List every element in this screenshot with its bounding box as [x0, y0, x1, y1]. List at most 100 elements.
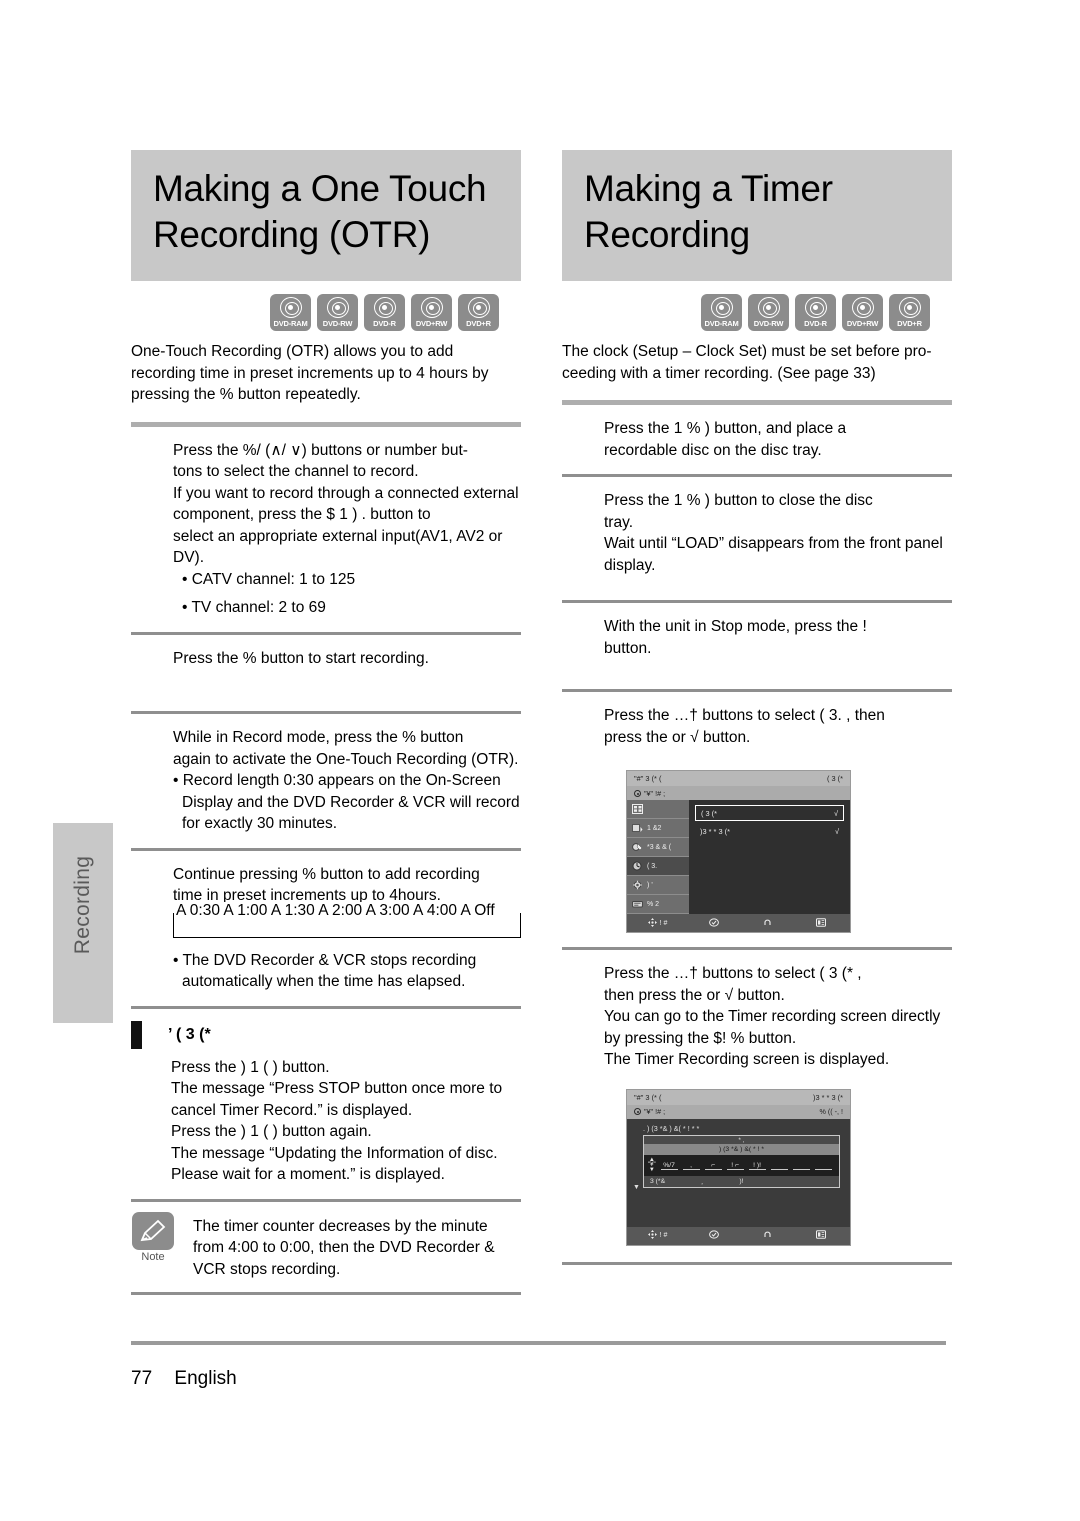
film-icon: [631, 804, 643, 815]
tv2-titlebar: "#" 3 (* ( )3 * * 3 (*: [627, 1089, 850, 1105]
page-number: 77: [131, 1368, 153, 1389]
tv2-cell[interactable]: ! ⌐: [726, 1161, 744, 1170]
tv2-cell[interactable]: [770, 1161, 788, 1170]
left-step-3: While in Record mode, press the % button…: [131, 714, 521, 848]
tv1-row-timer-list[interactable]: )3 * * 3 (* √: [695, 824, 844, 838]
left-step-2: Press the % button to start recording.: [131, 635, 521, 712]
step-line: button.: [604, 639, 652, 657]
edit-icon: [631, 842, 643, 853]
tv1-sidebar-label: ) ’: [647, 881, 653, 889]
step-bullet: • TV channel: 2 to 69: [182, 599, 326, 616]
tv2-table-row[interactable]: ▲ "¥" ▼ %/7 , ⌐ ! ⌐ ! )!: [648, 1157, 835, 1173]
tv2-foot-label: ! #: [659, 1232, 668, 1239]
dpad-icon: [647, 917, 657, 929]
step-line: Press the 1 % ) button to close the disc: [604, 492, 873, 509]
section-tab: Recording: [53, 823, 113, 1023]
disc-ring-icon: [467, 297, 490, 318]
step-line: With the unit in Stop mode, press the !: [604, 618, 867, 635]
step-line: Press the …† buttons to select ( 3 (* ,: [604, 965, 862, 982]
tv1-sidebar-item-timer[interactable]: ( 3.: [627, 857, 689, 876]
note-badge: Note: [131, 1211, 175, 1281]
tv2-cell[interactable]: ⌐: [704, 1161, 722, 1170]
tv2-title-left: "#" 3 (* (: [634, 1092, 662, 1102]
tv2-panel-top-label: * ,: [738, 1136, 745, 1144]
exit-icon: [816, 917, 827, 929]
disc-ring-icon: [898, 297, 921, 318]
tv1-foot-select[interactable]: [708, 917, 722, 929]
footer-divider: [131, 1341, 946, 1345]
tv2-foot-select[interactable]: [708, 1230, 722, 1241]
tv1-row-timer-recording[interactable]: ( 3 (* √: [695, 805, 844, 821]
tv2-panel-bottom: 3 (*& ¸ )!: [644, 1176, 839, 1187]
tv2-cell[interactable]: ! )!: [748, 1161, 766, 1170]
tv2-foot-move[interactable]: ! #: [647, 1230, 668, 1241]
tv1-sidebar-item-program[interactable]: [627, 800, 689, 819]
divider: [131, 1292, 521, 1295]
tv1-main-panel: ( 3 (* √ )3 * * 3 (* √: [689, 800, 850, 914]
tv1-foot-move[interactable]: ! #: [647, 917, 667, 929]
right-step-3: With the unit in Stop mode, press the ! …: [562, 603, 952, 689]
tv1-titlebar: "#" 3 (* ( ( 3 (*: [627, 771, 850, 786]
tv1-row-label: )3 * * 3 (*: [700, 826, 730, 836]
tv1-sidebar-label: 1 &2: [647, 824, 662, 832]
pencil-icon: [132, 1211, 174, 1250]
tv1-row-mark: √: [833, 808, 838, 818]
left-disc-icon-row: DVD-RAM DVD-RW DVD-R DVD+RW DVD+R: [131, 294, 521, 331]
page-footer: 77 English: [131, 1368, 237, 1390]
tv2-cell[interactable]: ,: [682, 1161, 700, 1170]
tv1-title-left: "#" 3 (* (: [634, 774, 662, 783]
updown-arrow-icon[interactable]: ▲ "¥" ▼: [648, 1157, 656, 1173]
disc-ring-icon: [757, 297, 780, 318]
stop-heading-text: ’ ( 3 (*: [168, 1025, 211, 1043]
right-step-1: Press the 1 % ) button, and place a reco…: [562, 405, 952, 474]
tv2-cell[interactable]: [792, 1161, 810, 1170]
step-line: Wait until “LOAD” disappears from the fr…: [604, 535, 943, 552]
disc-ring-icon: [851, 297, 874, 318]
stop-recording-heading: ’ ( 3 (*: [131, 1009, 521, 1049]
gear-icon: [631, 880, 643, 891]
tv1-footer: ! #: [627, 914, 850, 932]
right-step-5: Press the …† buttons to select ( 3 (* , …: [562, 950, 952, 1075]
tv1-sidebar-item-tools[interactable]: % 2: [627, 895, 689, 914]
right-title-banner: Making a Timer Recording: [562, 150, 952, 281]
step-line: DV).: [173, 549, 204, 566]
right-intro-text: The clock (Setup – Clock Set) must be se…: [562, 343, 932, 382]
step-bullet: • CATV channel: 1 to 125: [182, 570, 356, 588]
step-line: Press the %/ (∧/ ∨) buttons or number bu…: [173, 441, 468, 459]
disc-ring-icon: [279, 297, 302, 318]
tv2-subbar-left: "¥" !# ;: [634, 1107, 665, 1116]
step-line: You can go to the Timer recording screen…: [604, 1008, 941, 1025]
disc-icon-dvd-ram: DVD-RAM: [701, 294, 742, 331]
tv2-cell[interactable]: %/7: [660, 1161, 678, 1170]
disc-icon-dvd-rw: DVD-RW: [748, 294, 789, 331]
disc-ring-icon: [373, 297, 396, 318]
divider: [562, 1261, 952, 1265]
disc-ring-icon: [804, 297, 827, 318]
tv2-subbar: "¥" !# ; % (( -, !: [627, 1104, 850, 1119]
left-intro-text: One-Touch Recording (OTR) allows you to …: [131, 343, 489, 403]
disc-label: DVD-RW: [753, 319, 784, 328]
disc-icon-dvd-rw: DVD-RW: [317, 294, 358, 331]
tv1-sidebar-item-setup[interactable]: ) ’: [627, 876, 689, 895]
tv2-header-line: . ) (3 *& ) &( * ! * *: [643, 1123, 700, 1133]
tv1-sidebar-item-edit[interactable]: *3 & & (: [627, 838, 689, 857]
left-title-banner: Making a One Touch Recording (OTR): [131, 150, 521, 281]
tv1-foot-return[interactable]: [763, 918, 775, 929]
tv2-foot-exit[interactable]: [816, 1230, 829, 1241]
tv2-timer-panel: * , ) (3 *& ) &( * ! * ▲ "¥" ▼ %/7 , ⌐ !…: [643, 1134, 840, 1188]
disc-icon-dvd-r: DVD-R: [795, 294, 836, 331]
copy-icon: [631, 823, 643, 834]
stop-line: Press the ) 1 ( ) button.: [171, 1058, 330, 1076]
step-line: Continue pressing % button to add record…: [173, 865, 480, 883]
tv1-foot-exit[interactable]: [816, 917, 829, 929]
tv2-bottom-text-2: ¸: [701, 1177, 704, 1185]
disc-label: DVD+RW: [846, 319, 879, 328]
tv1-sidebar-item-copy[interactable]: 1 &2: [627, 819, 689, 838]
tv2-cell[interactable]: [814, 1161, 832, 1170]
stop-line: The message “Updating the Information of…: [171, 1144, 498, 1162]
exit-icon: [816, 1230, 827, 1241]
select-icon: [708, 1230, 719, 1241]
disc-ring-icon: [710, 297, 733, 318]
scroll-down-icon[interactable]: ▼: [633, 1184, 640, 1191]
tv2-foot-return[interactable]: [763, 1230, 775, 1241]
